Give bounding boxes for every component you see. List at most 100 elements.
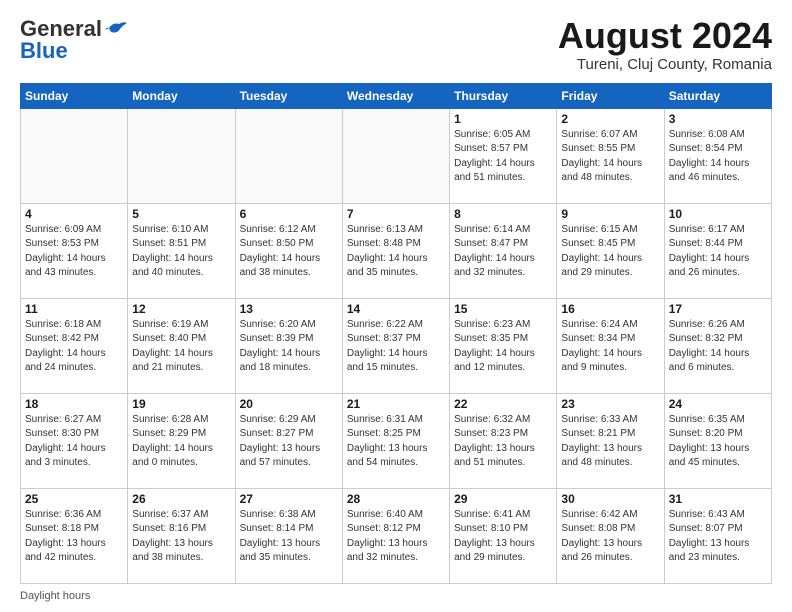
calendar-cell: 30Sunrise: 6:42 AM Sunset: 8:08 PM Dayli… <box>557 488 664 583</box>
calendar-cell: 11 Sunrise: 6:18 AM Sunset: 8:42 PM Dayli… <box>21 298 128 393</box>
calendar-cell: 27Sunrise: 6:38 AM Sunset: 8:14 PM Dayli… <box>235 488 342 583</box>
daylight-label: Daylight hours <box>20 590 90 602</box>
day-info: Sunrise: 6:27 AM Sunset: 8:30 PM Dayligh… <box>25 413 123 471</box>
day-number: 24 <box>669 397 767 411</box>
day-number: 21 <box>347 397 445 411</box>
day-number: 5 <box>132 207 230 221</box>
day-info: Sunrise: 6:15 AM Sunset: 8:45 PM Dayligh… <box>561 223 659 281</box>
weekday-header-tuesday: Tuesday <box>235 83 342 108</box>
day-number: 14 <box>347 302 445 316</box>
calendar-cell: 24 Sunrise: 6:35 AM Sunset: 8:20 PM Dayli… <box>664 393 771 488</box>
calendar-cell: 12 Sunrise: 6:19 AM Sunset: 8:40 PM Dayli… <box>128 298 235 393</box>
day-info: Sunrise: 6:24 AM Sunset: 8:34 PM Dayligh… <box>561 318 659 376</box>
calendar-week-5: 25 Sunrise: 6:36 AM Sunset: 8:18 PM Dayli… <box>21 488 772 583</box>
calendar-header-row: SundayMondayTuesdayWednesdayThursdayFrid… <box>21 83 772 108</box>
calendar-cell: 4 Sunrise: 6:09 AM Sunset: 8:53 PM Daylig… <box>21 203 128 298</box>
day-info: Sunrise: 6:12 AM Sunset: 8:50 PM Dayligh… <box>240 223 338 281</box>
calendar-cell: 28 Sunrise: 6:40 AM Sunset: 8:12 PM Dayli… <box>342 488 449 583</box>
weekday-header-saturday: Saturday <box>664 83 771 108</box>
day-info: Sunrise: 6:43 AM Sunset: 8:07 PM Dayligh… <box>669 508 767 566</box>
logo-bird-icon <box>105 20 127 38</box>
weekday-header-monday: Monday <box>128 83 235 108</box>
day-info: Sunrise: 6:41 AM Sunset: 8:10 PM Dayligh… <box>454 508 552 566</box>
day-info: Sunrise: 6:20 AM Sunset: 8:39 PM Dayligh… <box>240 318 338 376</box>
day-info: Sunrise: 6:05 AM Sunset: 8:57 PM Dayligh… <box>454 128 552 186</box>
calendar-cell: 1 Sunrise: 6:05 AM Sunset: 8:57 PM Daylig… <box>450 108 557 203</box>
location: Tureni, Cluj County, Romania <box>558 56 772 73</box>
calendar-cell: 2 Sunrise: 6:07 AM Sunset: 8:55 PM Daylig… <box>557 108 664 203</box>
weekday-header-thursday: Thursday <box>450 83 557 108</box>
calendar-cell: 31Sunrise: 6:43 AM Sunset: 8:07 PM Dayli… <box>664 488 771 583</box>
calendar-week-3: 11 Sunrise: 6:18 AM Sunset: 8:42 PM Dayli… <box>21 298 772 393</box>
day-number: 20 <box>240 397 338 411</box>
calendar-cell: 23 Sunrise: 6:33 AM Sunset: 8:21 PM Dayli… <box>557 393 664 488</box>
calendar-cell: 3 Sunrise: 6:08 AM Sunset: 8:54 PM Daylig… <box>664 108 771 203</box>
day-number: 28 <box>347 492 445 506</box>
day-number: 7 <box>347 207 445 221</box>
calendar-cell: 10Sunrise: 6:17 AM Sunset: 8:44 PM Dayli… <box>664 203 771 298</box>
day-info: Sunrise: 6:32 AM Sunset: 8:23 PM Dayligh… <box>454 413 552 471</box>
day-info: Sunrise: 6:17 AM Sunset: 8:44 PM Dayligh… <box>669 223 767 281</box>
day-info: Sunrise: 6:22 AM Sunset: 8:37 PM Dayligh… <box>347 318 445 376</box>
day-info: Sunrise: 6:28 AM Sunset: 8:29 PM Dayligh… <box>132 413 230 471</box>
day-number: 2 <box>561 112 659 126</box>
day-info: Sunrise: 6:37 AM Sunset: 8:16 PM Dayligh… <box>132 508 230 566</box>
day-number: 8 <box>454 207 552 221</box>
day-info: Sunrise: 6:26 AM Sunset: 8:32 PM Dayligh… <box>669 318 767 376</box>
day-number: 3 <box>669 112 767 126</box>
calendar-cell: 8Sunrise: 6:14 AM Sunset: 8:47 PM Daylig… <box>450 203 557 298</box>
day-info: Sunrise: 6:19 AM Sunset: 8:40 PM Dayligh… <box>132 318 230 376</box>
day-info: Sunrise: 6:13 AM Sunset: 8:48 PM Dayligh… <box>347 223 445 281</box>
day-number: 19 <box>132 397 230 411</box>
calendar-week-4: 18Sunrise: 6:27 AM Sunset: 8:30 PM Dayli… <box>21 393 772 488</box>
day-info: Sunrise: 6:33 AM Sunset: 8:21 PM Dayligh… <box>561 413 659 471</box>
day-number: 4 <box>25 207 123 221</box>
calendar-cell: 26 Sunrise: 6:37 AM Sunset: 8:16 PM Dayli… <box>128 488 235 583</box>
calendar-cell: 22 Sunrise: 6:32 AM Sunset: 8:23 PM Dayli… <box>450 393 557 488</box>
day-number: 25 <box>25 492 123 506</box>
page: General Blue August 2024 Tureni, Cluj Co… <box>0 0 792 612</box>
day-info: Sunrise: 6:38 AM Sunset: 8:14 PM Dayligh… <box>240 508 338 566</box>
calendar-cell <box>21 108 128 203</box>
day-info: Sunrise: 6:18 AM Sunset: 8:42 PM Dayligh… <box>25 318 123 376</box>
weekday-header-friday: Friday <box>557 83 664 108</box>
calendar-cell: 20Sunrise: 6:29 AM Sunset: 8:27 PM Dayli… <box>235 393 342 488</box>
calendar-cell: 16Sunrise: 6:24 AM Sunset: 8:34 PM Dayli… <box>557 298 664 393</box>
calendar-cell: 7 Sunrise: 6:13 AM Sunset: 8:48 PM Daylig… <box>342 203 449 298</box>
day-number: 30 <box>561 492 659 506</box>
day-number: 22 <box>454 397 552 411</box>
day-number: 11 <box>25 302 123 316</box>
day-number: 26 <box>132 492 230 506</box>
calendar-cell: 29 Sunrise: 6:41 AM Sunset: 8:10 PM Dayli… <box>450 488 557 583</box>
day-info: Sunrise: 6:08 AM Sunset: 8:54 PM Dayligh… <box>669 128 767 186</box>
day-number: 1 <box>454 112 552 126</box>
calendar-cell: 6Sunrise: 6:12 AM Sunset: 8:50 PM Daylig… <box>235 203 342 298</box>
footer: Daylight hours <box>20 590 772 602</box>
weekday-header-sunday: Sunday <box>21 83 128 108</box>
day-info: Sunrise: 6:09 AM Sunset: 8:53 PM Dayligh… <box>25 223 123 281</box>
day-info: Sunrise: 6:40 AM Sunset: 8:12 PM Dayligh… <box>347 508 445 566</box>
logo: General Blue <box>20 16 127 64</box>
title-block: August 2024 Tureni, Cluj County, Romania <box>558 16 772 73</box>
day-number: 9 <box>561 207 659 221</box>
day-number: 12 <box>132 302 230 316</box>
month-year: August 2024 <box>558 16 772 56</box>
calendar-week-2: 4 Sunrise: 6:09 AM Sunset: 8:53 PM Daylig… <box>21 203 772 298</box>
calendar-cell <box>342 108 449 203</box>
logo-blue-text: Blue <box>20 38 68 64</box>
calendar-cell: 17 Sunrise: 6:26 AM Sunset: 8:32 PM Dayli… <box>664 298 771 393</box>
day-number: 23 <box>561 397 659 411</box>
day-info: Sunrise: 6:10 AM Sunset: 8:51 PM Dayligh… <box>132 223 230 281</box>
day-info: Sunrise: 6:07 AM Sunset: 8:55 PM Dayligh… <box>561 128 659 186</box>
day-info: Sunrise: 6:36 AM Sunset: 8:18 PM Dayligh… <box>25 508 123 566</box>
header: General Blue August 2024 Tureni, Cluj Co… <box>20 16 772 73</box>
day-number: 29 <box>454 492 552 506</box>
calendar-cell: 5 Sunrise: 6:10 AM Sunset: 8:51 PM Daylig… <box>128 203 235 298</box>
calendar-cell: 14 Sunrise: 6:22 AM Sunset: 8:37 PM Dayli… <box>342 298 449 393</box>
day-info: Sunrise: 6:23 AM Sunset: 8:35 PM Dayligh… <box>454 318 552 376</box>
day-number: 17 <box>669 302 767 316</box>
calendar-cell: 15Sunrise: 6:23 AM Sunset: 8:35 PM Dayli… <box>450 298 557 393</box>
day-info: Sunrise: 6:35 AM Sunset: 8:20 PM Dayligh… <box>669 413 767 471</box>
calendar-cell: 13Sunrise: 6:20 AM Sunset: 8:39 PM Dayli… <box>235 298 342 393</box>
calendar-cell: 21Sunrise: 6:31 AM Sunset: 8:25 PM Dayli… <box>342 393 449 488</box>
